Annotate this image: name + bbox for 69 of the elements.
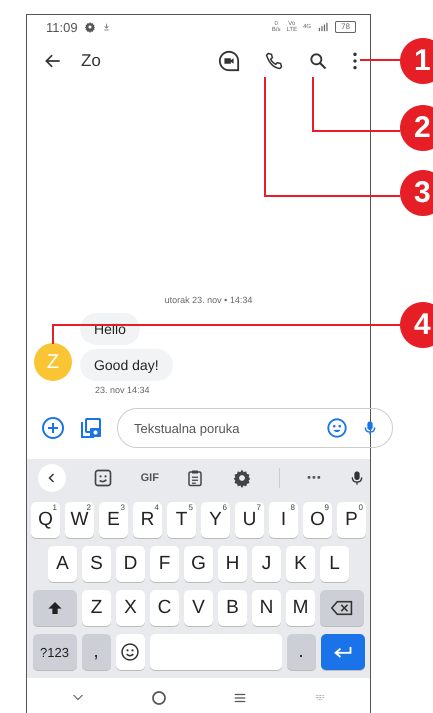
key-hint: 7 bbox=[256, 503, 261, 512]
contact-name: Zo bbox=[81, 51, 101, 71]
keyboard-key[interactable]: I 8 bbox=[269, 502, 298, 538]
enter-arrow-icon bbox=[332, 645, 352, 659]
keyboard-key[interactable]: A bbox=[48, 546, 77, 582]
signal-icon bbox=[317, 22, 330, 32]
leader-line bbox=[360, 59, 400, 61]
keyboard-key[interactable]: L bbox=[320, 546, 349, 582]
gallery-camera-icon[interactable] bbox=[79, 416, 103, 440]
key-hint: 2 bbox=[86, 503, 91, 512]
home-circle-icon[interactable] bbox=[151, 690, 168, 706]
message-timestamp: 23. nov 14:34 bbox=[95, 385, 151, 395]
callout-number: 1 bbox=[400, 38, 433, 84]
backspace-icon bbox=[331, 600, 353, 616]
keyboard-key[interactable]: N bbox=[252, 590, 281, 626]
key-hint: 6 bbox=[222, 503, 227, 512]
callout-number: 2 bbox=[400, 105, 433, 151]
message-bubble: Good day! bbox=[80, 349, 173, 381]
phone-icon[interactable] bbox=[264, 51, 284, 71]
backspace-key[interactable] bbox=[320, 590, 364, 626]
key-hint: 5 bbox=[188, 503, 193, 512]
date-divider: utorak 23. nov • 14:34 bbox=[164, 295, 254, 305]
clipboard-icon[interactable] bbox=[186, 468, 204, 488]
keyboard-key[interactable]: B bbox=[218, 590, 247, 626]
enter-key[interactable] bbox=[320, 634, 364, 670]
keyboard-key[interactable]: K bbox=[286, 546, 315, 582]
status-time: 11:09 bbox=[46, 20, 78, 34]
keyboard-key[interactable]: C bbox=[150, 590, 179, 626]
gear-icon bbox=[84, 21, 96, 33]
download-icon bbox=[102, 21, 111, 33]
add-circle-icon[interactable] bbox=[41, 416, 65, 440]
keyboard-key[interactable]: V bbox=[184, 590, 213, 626]
keyboard-key[interactable]: F bbox=[150, 546, 179, 582]
punctuation-key[interactable]: , bbox=[82, 634, 110, 670]
key-hint: 0 bbox=[358, 503, 363, 512]
message-input[interactable]: Tekstualna poruka bbox=[132, 420, 312, 436]
callout-number: 4 bbox=[400, 302, 433, 348]
keyboard-back-button[interactable] bbox=[38, 464, 66, 492]
key-hint: 8 bbox=[290, 503, 295, 512]
sticker-icon[interactable] bbox=[93, 468, 114, 488]
gif-button[interactable]: GIF bbox=[140, 472, 159, 484]
video-call-icon[interactable] bbox=[218, 50, 240, 72]
shift-key[interactable] bbox=[33, 590, 77, 626]
emoji-key[interactable] bbox=[116, 634, 144, 670]
keyboard-key[interactable]: H bbox=[218, 546, 247, 582]
message-field[interactable]: Tekstualna poruka bbox=[117, 408, 393, 448]
smiley-icon bbox=[120, 642, 140, 662]
punctuation-key[interactable]: . bbox=[286, 634, 316, 670]
key-hint: 3 bbox=[120, 503, 125, 512]
keyboard-key[interactable]: X bbox=[116, 590, 145, 626]
contact-avatar: Z bbox=[34, 343, 72, 381]
callout-number: 3 bbox=[400, 170, 433, 216]
keyboard-key[interactable]: G bbox=[184, 546, 213, 582]
keyboard-key[interactable]: M bbox=[286, 590, 315, 626]
key-hint: 1 bbox=[52, 503, 57, 512]
key-hint: 4 bbox=[154, 503, 159, 512]
keyboard-key[interactable]: S bbox=[82, 546, 111, 582]
keyboard-key[interactable]: D bbox=[116, 546, 145, 582]
symbols-key[interactable]: ?123 bbox=[32, 634, 76, 670]
key-hint: 9 bbox=[324, 503, 329, 512]
more-button[interactable]: ••• bbox=[307, 472, 322, 484]
battery-level: 78 bbox=[335, 21, 356, 33]
search-icon[interactable] bbox=[308, 51, 328, 71]
more-options-icon[interactable] bbox=[352, 51, 358, 71]
keyboard-key[interactable]: Z bbox=[82, 590, 111, 626]
emoji-icon[interactable] bbox=[326, 417, 348, 439]
shift-arrow-icon bbox=[47, 600, 63, 616]
settings-icon[interactable] bbox=[232, 468, 252, 488]
keyboard-key[interactable]: J bbox=[252, 546, 281, 582]
